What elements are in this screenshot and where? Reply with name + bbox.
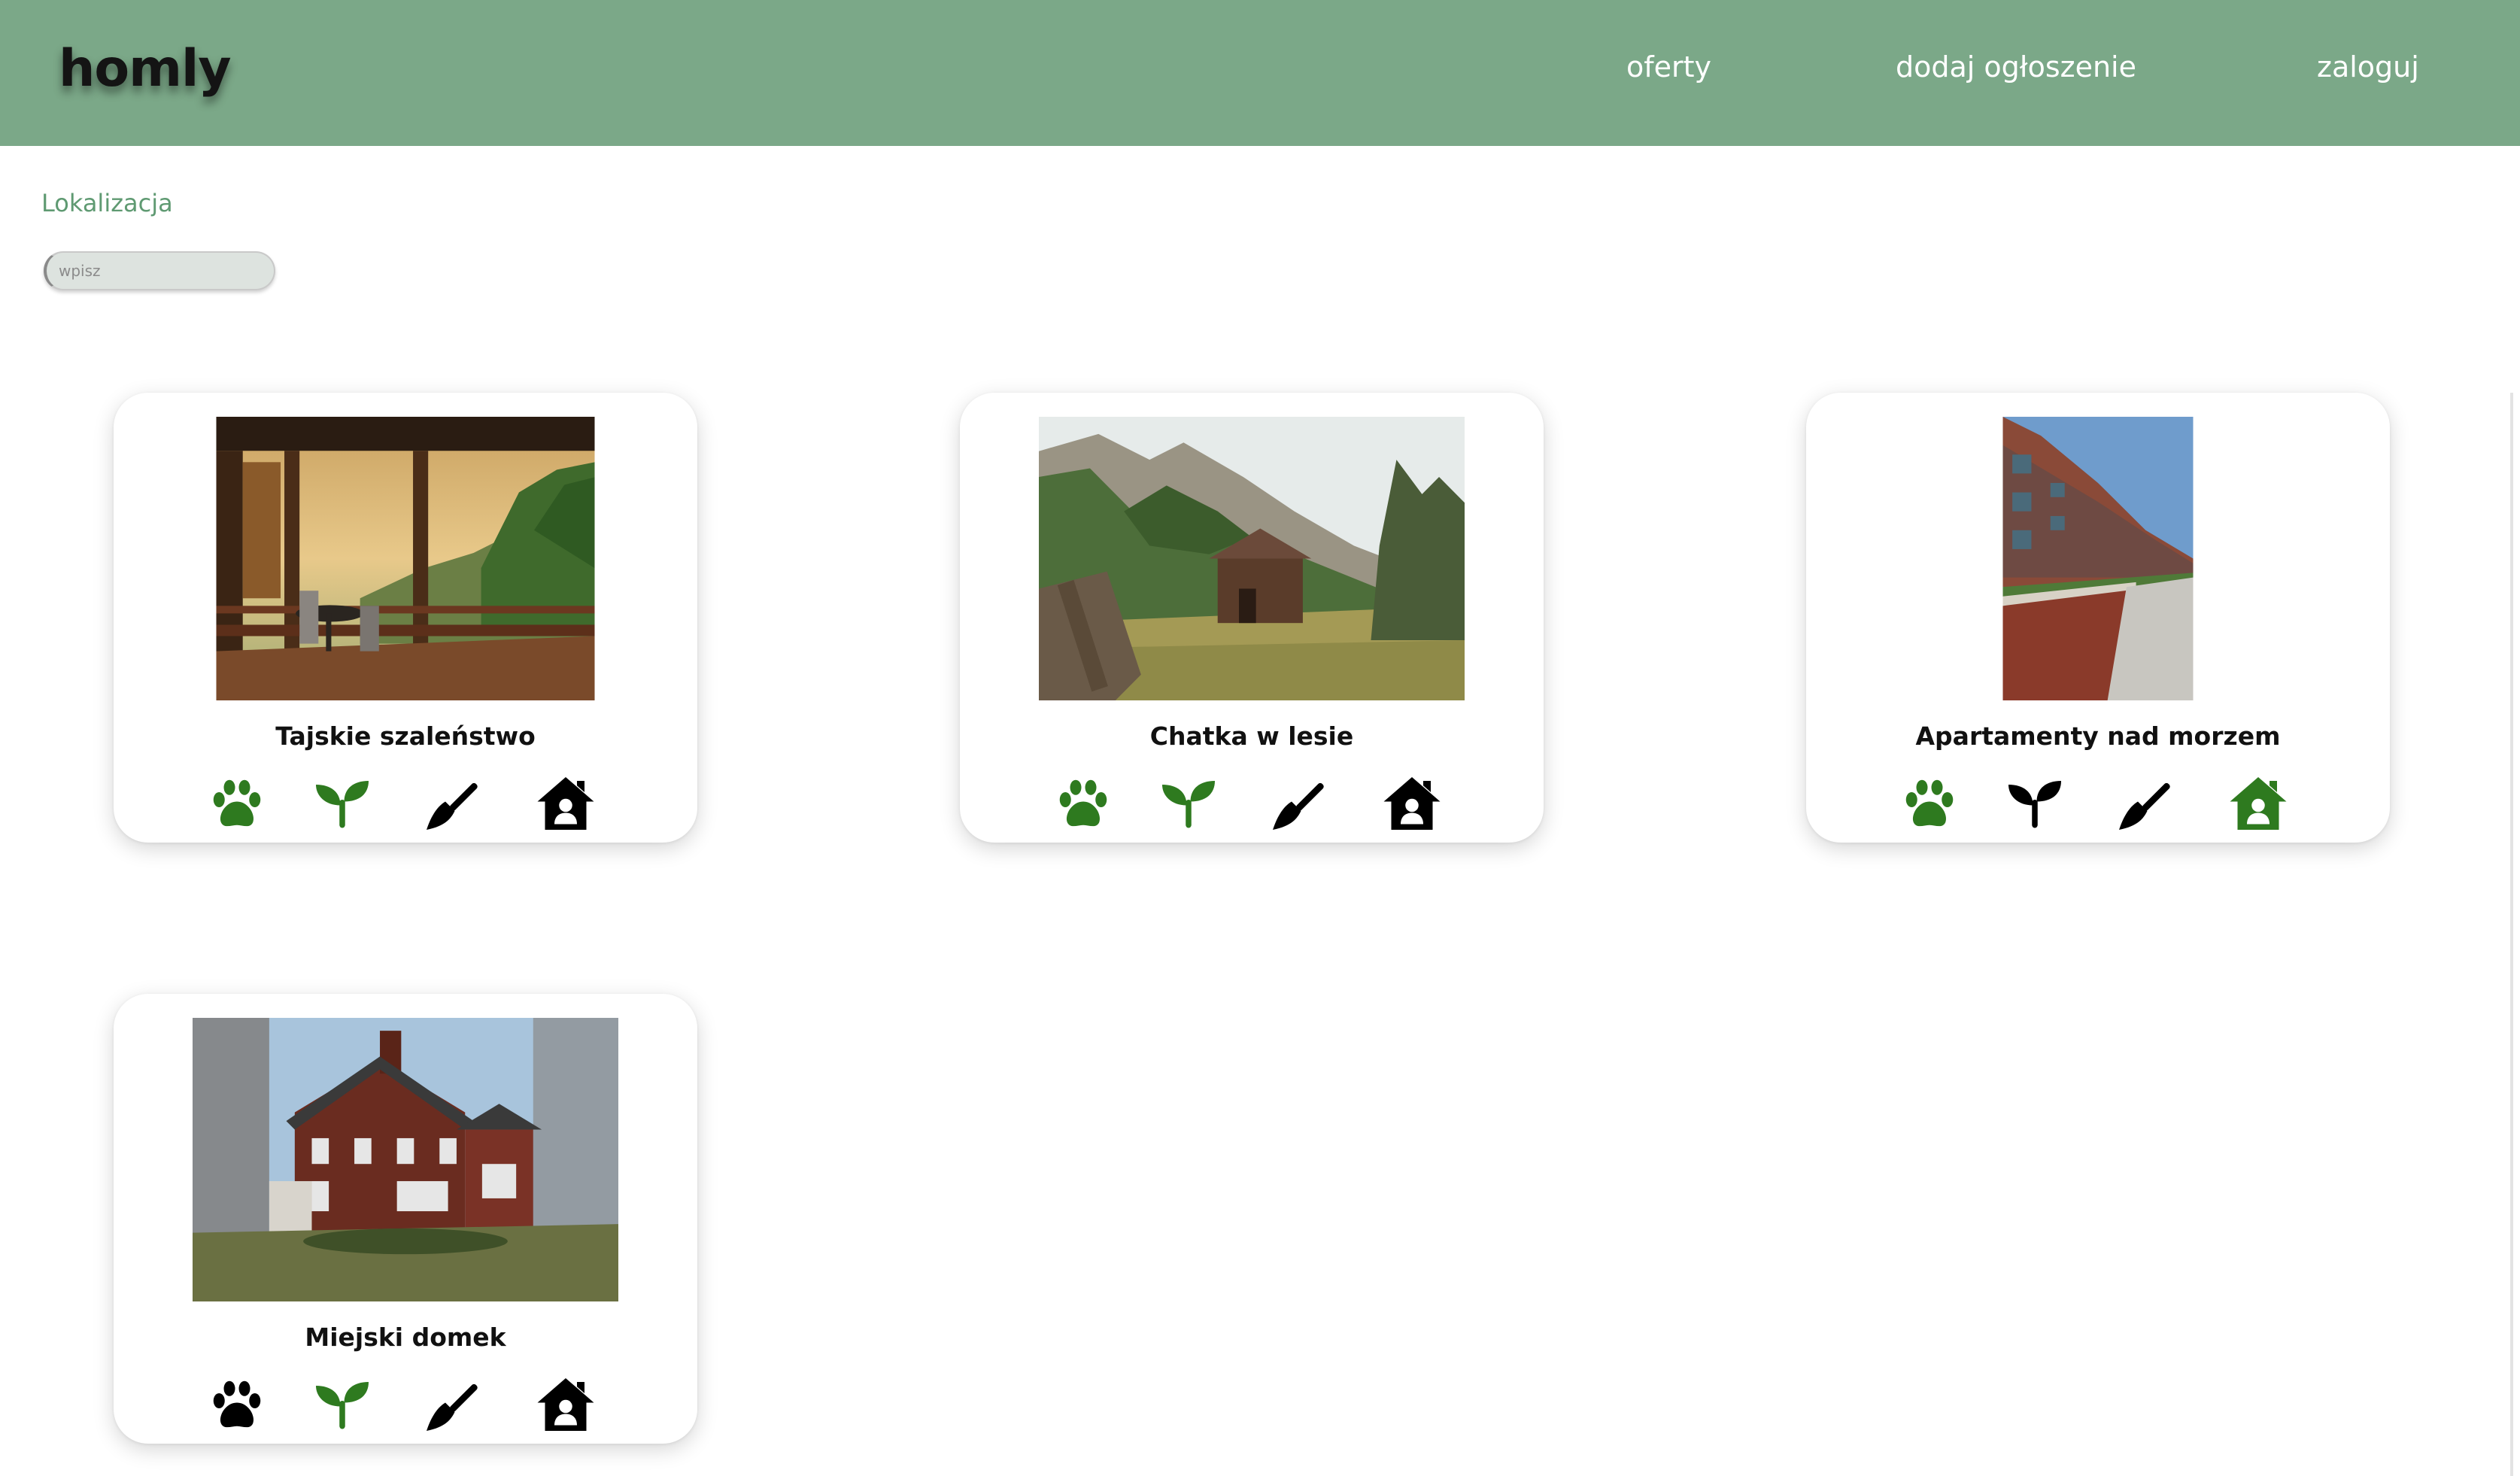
broom-icon [2115,773,2175,834]
paw-icon [207,773,267,834]
broom-icon [423,773,483,834]
amenity-icons [1806,773,2390,834]
listing-photo [216,417,595,700]
listing-card[interactable]: Miejski domek [114,994,697,1444]
broom-icon [1269,773,1329,834]
paw-icon [1899,773,1960,834]
nav-link-login[interactable]: zaloguj [2317,53,2419,81]
sprout-icon [312,1374,372,1435]
listing-photo [1039,417,1465,700]
location-search-input[interactable] [44,251,275,290]
listing-photo [2002,417,2194,700]
listing-card[interactable]: Tajskie szaleństwo [114,393,697,843]
listing-title[interactable]: Tajskie szaleństwo [114,724,697,749]
listing-title[interactable]: Chatka w lesie [960,724,1544,749]
listing-title[interactable]: Miejski domek [114,1325,697,1350]
top-navigation-bar: homly oferty dodaj ogłoszenie zaloguj [0,0,2520,146]
sprout-icon [2005,773,2065,834]
house-user-icon [536,1374,596,1435]
amenity-icons [960,773,1544,834]
logo[interactable]: homly [59,44,232,95]
sprout-icon [312,773,372,834]
scrollbar-track[interactable] [2510,393,2513,1476]
listing-photo [193,1018,618,1301]
location-filter-label: Lokalizacja [41,189,173,217]
house-user-icon [536,773,596,834]
nav-link-add-listing[interactable]: dodaj ogłoszenie [1896,53,2136,81]
paw-icon [1053,773,1113,834]
house-user-icon [1382,773,1442,834]
listing-card[interactable]: Apartamenty nad morzem [1806,393,2390,843]
house-user-icon [2228,773,2288,834]
listing-card[interactable]: Chatka w lesie [960,393,1544,843]
broom-icon [423,1374,483,1435]
amenity-icons [114,1374,697,1435]
sprout-icon [1158,773,1219,834]
amenity-icons [114,773,697,834]
nav-link-offers[interactable]: oferty [1626,53,1711,81]
listing-title[interactable]: Apartamenty nad morzem [1806,724,2390,749]
paw-icon [207,1374,267,1435]
